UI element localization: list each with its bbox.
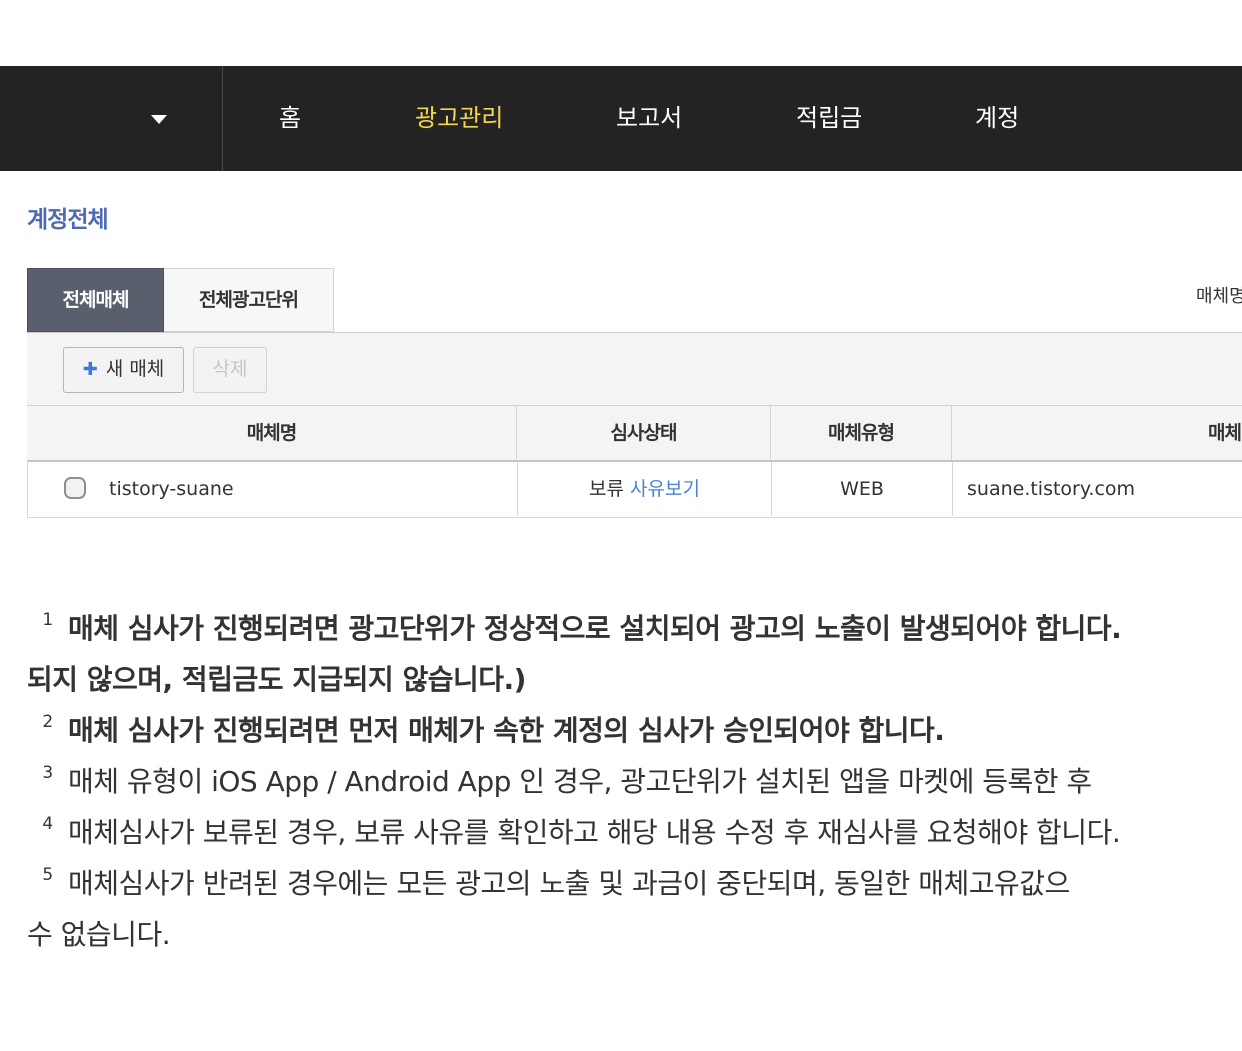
caret-down-icon: [151, 115, 167, 124]
note-text: 매체 유형이 iOS App / Android App 인 경우, 광고단위가…: [68, 765, 1092, 798]
new-media-label: 새 매체: [105, 358, 165, 380]
note-number: 1: [42, 610, 53, 630]
note-number: 3: [42, 763, 53, 783]
note-number: 2: [42, 712, 53, 732]
header-review-status: 심사상태: [517, 406, 771, 460]
note-number: 5: [42, 865, 53, 885]
note-text: 수 없습니다.: [27, 918, 171, 951]
cell-review-status: 보류 사유보기: [518, 462, 772, 516]
table-row: tistory-suane 보류 사유보기 WEB suane.tistory.…: [27, 462, 1242, 518]
note-line: 3 매체 유형이 iOS App / Android App 인 경우, 광고단위…: [27, 756, 1242, 807]
account-dropdown[interactable]: [0, 66, 223, 171]
tab-all-media[interactable]: 전체매체: [27, 268, 164, 332]
note-line: 4 매체심사가 보류된 경우, 보류 사유를 확인하고 해당 내용 수정 후 재심…: [27, 807, 1242, 858]
note-number: 4: [42, 814, 53, 834]
page-title: 계정전체: [27, 207, 109, 233]
nav-item-reward[interactable]: 적립금: [796, 66, 862, 171]
note-line: 수 없습니다.: [27, 909, 1242, 960]
plus-icon: ✚: [82, 359, 98, 380]
note-line: 1 매체 심사가 진행되려면 광고단위가 정상적으로 설치되어 광고의 노출이 발…: [27, 603, 1242, 654]
note-text: 매체 심사가 진행되려면 먼저 매체가 속한 계정의 심사가 승인되어야 합니다…: [68, 714, 945, 747]
note-text: 매체심사가 보류된 경우, 보류 사유를 확인하고 해당 내용 수정 후 재심사…: [68, 816, 1121, 849]
delete-button[interactable]: 삭제: [193, 347, 267, 393]
nav-item-account[interactable]: 계정: [975, 66, 1019, 171]
nav-item-ad-management[interactable]: 광고관리: [415, 66, 503, 171]
header-media-url: 매체URL: [952, 406, 1242, 460]
note-text: 되지 않으며, 적립금도 지급되지 않습니다.): [27, 663, 526, 696]
media-name: tistory-suane: [109, 478, 234, 500]
row-checkbox[interactable]: [64, 477, 86, 499]
note-text: 매체 심사가 진행되려면 광고단위가 정상적으로 설치되어 광고의 노출이 발생…: [68, 612, 1122, 645]
cell-media-name: tistory-suane: [28, 462, 518, 516]
new-media-button[interactable]: ✚ 새 매체: [63, 347, 184, 393]
status-text: 보류: [589, 478, 624, 500]
nav-item-home[interactable]: 홈: [279, 66, 301, 171]
tab-all-ad-units[interactable]: 전체광고단위: [164, 268, 334, 332]
note-text: 매체심사가 반려된 경우에는 모든 광고의 노출 및 과금이 중단되며, 동일한…: [68, 867, 1070, 900]
note-line: 되지 않으며, 적립금도 지급되지 않습니다.): [27, 654, 1242, 705]
media-table-header: 매체명 심사상태 매체유형 매체URL: [27, 406, 1242, 462]
cell-media-url: suane.tistory.com: [953, 462, 1242, 516]
header-media-type: 매체유형: [771, 406, 952, 460]
media-name-filter[interactable]: 매체명: [1196, 282, 1242, 308]
header-media-name: 매체명: [27, 406, 517, 460]
note-line: 2 매체 심사가 진행되려면 먼저 매체가 속한 계정의 심사가 승인되어야 합니…: [27, 705, 1242, 756]
nav-item-reports[interactable]: 보고서: [616, 66, 682, 171]
view-reason-link[interactable]: 사유보기: [630, 478, 700, 500]
cell-media-type: WEB: [772, 462, 953, 516]
media-toolbar: ✚ 새 매체 삭제: [27, 332, 1242, 406]
note-line: 5 매체심사가 반려된 경우에는 모든 광고의 노출 및 과금이 중단되며, 동일…: [27, 858, 1242, 909]
notes-list: 1 매체 심사가 진행되려면 광고단위가 정상적으로 설치되어 광고의 노출이 발…: [27, 603, 1242, 960]
top-navigation-bar: 홈 광고관리 보고서 적립금 계정: [0, 66, 1242, 171]
